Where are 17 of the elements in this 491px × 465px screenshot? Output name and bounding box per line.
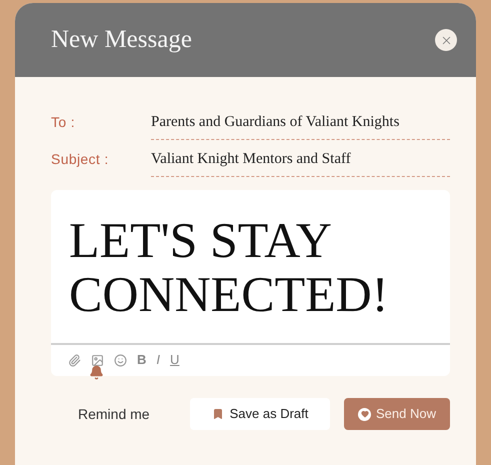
save-draft-button[interactable]: Save as Draft	[190, 398, 330, 430]
image-icon[interactable]	[91, 354, 104, 366]
field-label: Subject :	[51, 150, 110, 169]
remind-label[interactable]: Remind me	[78, 404, 190, 424]
window-title: New Message	[51, 25, 192, 56]
bell-icon	[89, 365, 104, 380]
format-button[interactable]: I	[156, 350, 160, 370]
smiley-icon[interactable]	[114, 354, 127, 366]
field-label: To :	[51, 113, 76, 132]
format-button[interactable]: U	[170, 350, 180, 370]
bookmark-icon	[212, 408, 224, 420]
input-field[interactable]: Valiant Knight Mentors and Staff	[151, 142, 450, 178]
paperclip-icon[interactable]	[68, 354, 81, 366]
close-button[interactable]	[435, 29, 457, 51]
format-button[interactable]: B	[137, 350, 146, 370]
message-text: LET'S STAY CONNECTED!	[69, 212, 390, 320]
input-field[interactable]: Parents and Guardians of Valiant Knights	[151, 104, 450, 140]
